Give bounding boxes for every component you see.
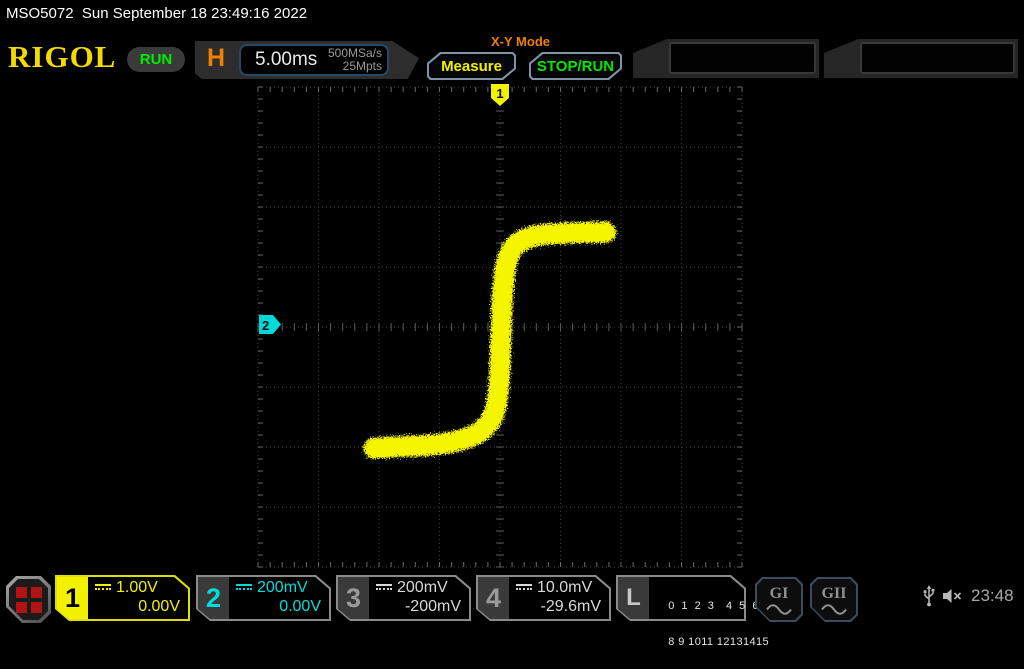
clock: 23:48 (971, 586, 1014, 606)
speaker-muted-icon (942, 588, 963, 604)
channel3-number: 3 (338, 577, 369, 619)
horizontal-h-icon: H (207, 44, 225, 73)
channel1-offset: 0.00V (138, 598, 180, 616)
toolbar-placeholder-panel-2 (824, 39, 1018, 78)
acquisition-state-badge: RUN (127, 47, 185, 72)
timebase-value: 5.00ms (255, 49, 317, 71)
sine-wave-icon (821, 604, 847, 615)
channel4-number: 4 (478, 577, 509, 619)
generator1-button[interactable]: GI (755, 577, 803, 622)
channel1-scale: 1.00V (116, 579, 158, 597)
stop-run-button-label: STOP/RUN (531, 54, 620, 78)
channel2-badge[interactable]: 2 200mV 0.00V (196, 575, 331, 621)
channel3-scale: 200mV (397, 579, 448, 597)
status-bar-title: MSO5072 Sun September 18 23:49:16 2022 (6, 5, 307, 22)
usb-icon (922, 584, 936, 608)
xy-display-area: 12 (258, 87, 742, 567)
channel4-scale: 10.0mV (537, 579, 592, 597)
channel4-offset: -29.6mV (541, 598, 601, 616)
dc-coupling-icon (95, 584, 111, 593)
measure-button[interactable]: Measure (427, 52, 516, 80)
sine-wave-icon (766, 604, 792, 615)
channel2-scale: 200mV (257, 579, 308, 597)
rigol-logo: RIGOL (8, 39, 116, 75)
xy-trace (374, 232, 606, 448)
dc-coupling-icon (516, 584, 532, 593)
toolbar-placeholder-panel-2-inner (860, 42, 1015, 74)
channel4-badge[interactable]: 4 10.0mV -29.6mV (476, 575, 611, 621)
ch2-marker-label: 2 (262, 318, 269, 333)
channel3-offset: -200mV (405, 598, 461, 616)
xy-display-svg: 12 (258, 87, 742, 567)
memory-depth: 25Mpts (343, 59, 382, 73)
logic-badge-letter: L (618, 577, 649, 619)
toolbar-placeholder-panel-1 (633, 39, 819, 78)
generator2-label: GII (822, 585, 847, 603)
xy-mode-label: X-Y Mode (468, 34, 573, 49)
logic-row-8-15: 8 9 1011 12131415 (668, 636, 769, 648)
channel2-offset: 0.00V (279, 598, 321, 616)
channel2-number: 2 (198, 577, 229, 619)
generator2-button[interactable]: GII (810, 577, 858, 622)
toolbar-placeholder-panel-1-inner (669, 42, 816, 74)
generator1-label: GI (770, 585, 789, 603)
status-icon-tray: 23:48 (922, 584, 1014, 608)
stop-run-button[interactable]: STOP/RUN (529, 52, 622, 80)
sample-rate: 500MSa/s (328, 46, 382, 60)
channel1-number: 1 (57, 577, 88, 619)
ch1-marker-label: 1 (496, 86, 503, 101)
logic-channels-badge[interactable]: L 0 1 2 3 4 5 6 7 8 9 1011 12131415 (616, 575, 746, 621)
main-menu-button[interactable] (6, 576, 51, 623)
channel1-badge[interactable]: 1 1.00V 0.00V (55, 575, 190, 621)
horizontal-settings-panel[interactable]: H 5.00ms 500MSa/s 25Mpts (195, 41, 419, 79)
dc-coupling-icon (236, 584, 252, 593)
dc-coupling-icon (376, 584, 392, 593)
menu-grid-icon (16, 587, 42, 613)
timebase-box[interactable]: 5.00ms 500MSa/s 25Mpts (239, 44, 389, 76)
measure-button-label: Measure (429, 54, 514, 78)
channel3-badge[interactable]: 3 200mV -200mV (336, 575, 471, 621)
